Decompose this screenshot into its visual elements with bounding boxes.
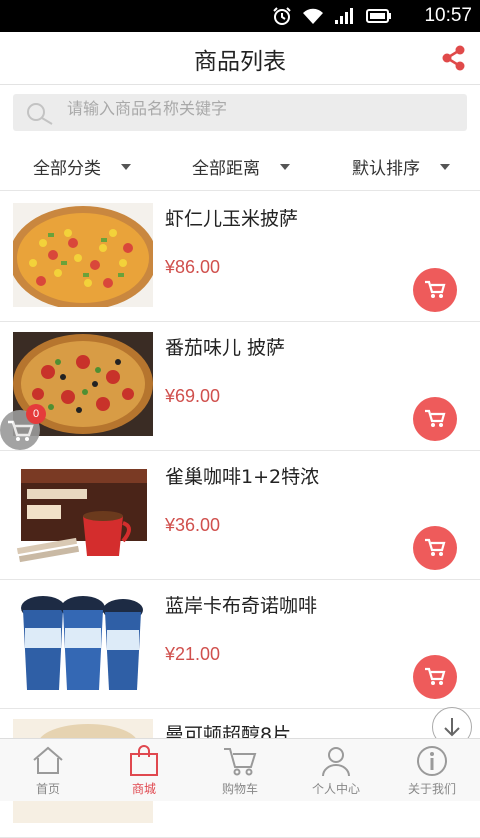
product-item[interactable]: 虾仁儿玉米披萨 ¥86.00 xyxy=(0,192,480,322)
tab-about-label: 关于我们 xyxy=(407,782,456,796)
tab-profile-label: 个人中心 xyxy=(311,782,360,796)
search-input[interactable]: 请输入商品名称关键字 xyxy=(67,95,227,119)
product-image-nescafe-box xyxy=(13,461,153,565)
tab-mall[interactable]: 商城 xyxy=(96,739,192,801)
status-icons xyxy=(272,6,392,26)
tab-home[interactable]: 首页 xyxy=(0,739,96,801)
add-to-cart-button[interactable] xyxy=(413,397,457,441)
search-icon xyxy=(27,103,53,125)
product-price: ¥86.00 xyxy=(165,257,221,277)
signal-icon xyxy=(335,8,353,24)
product-image-cappuccino-cups xyxy=(13,590,153,694)
filter-sort[interactable]: 默认排序 xyxy=(352,154,450,179)
product-price: ¥21.00 xyxy=(165,644,221,664)
product-image-pizza-shrimp-corn xyxy=(13,203,153,307)
product-item[interactable]: 雀巢咖啡1+2特浓 ¥36.00 xyxy=(0,450,480,580)
add-to-cart-button[interactable] xyxy=(413,268,457,312)
filter-distance-label: 全部距离 xyxy=(192,159,260,179)
search-box[interactable]: 请输入商品名称关键字 xyxy=(13,94,467,131)
app-header: 商品列表 xyxy=(0,32,480,85)
product-price: ¥36.00 xyxy=(165,515,221,535)
product-item[interactable]: 番茄味儿 披萨 ¥69.00 xyxy=(0,321,480,451)
alarm-icon xyxy=(273,7,291,25)
shopping-bag-icon xyxy=(130,745,158,776)
wifi-icon xyxy=(303,8,323,24)
bottom-tab-bar: 首页 商城 购物车 个人中心 关于我们 xyxy=(0,738,480,801)
product-name: 虾仁儿玉米披萨 xyxy=(165,208,299,230)
add-to-cart-button[interactable] xyxy=(413,655,457,699)
battery-icon xyxy=(366,9,391,23)
add-to-cart-button[interactable] xyxy=(413,526,457,570)
filter-bar: 全部分类 全部距离 默认排序 xyxy=(0,144,480,191)
tab-cart-label: 购物车 xyxy=(221,782,258,796)
chevron-down-icon xyxy=(280,164,290,170)
filter-sort-label: 默认排序 xyxy=(352,159,420,179)
status-time: 10:57 xyxy=(424,5,472,26)
share-icon[interactable] xyxy=(440,44,468,72)
tab-profile[interactable]: 个人中心 xyxy=(288,739,384,801)
cart-icon xyxy=(224,748,257,776)
tab-cart[interactable]: 购物车 xyxy=(192,739,288,801)
filter-distance[interactable]: 全部距离 xyxy=(192,154,290,179)
cart-icon xyxy=(425,409,446,427)
home-icon xyxy=(33,746,63,774)
page-title: 商品列表 xyxy=(194,49,286,75)
chevron-down-icon xyxy=(121,164,131,170)
filter-category-label: 全部分类 xyxy=(33,159,101,179)
tab-about[interactable]: 关于我们 xyxy=(384,739,480,801)
info-icon xyxy=(417,746,447,776)
product-price: ¥69.00 xyxy=(165,386,221,406)
product-name: 蓝岸卡布奇诺咖啡 xyxy=(165,595,318,617)
status-bar: 10:57 xyxy=(0,0,480,32)
product-item[interactable]: 蓝岸卡布奇诺咖啡 ¥21.00 xyxy=(0,579,480,709)
cart-icon xyxy=(425,280,446,298)
cart-icon xyxy=(425,667,446,685)
filter-category[interactable]: 全部分类 xyxy=(33,154,131,179)
cart-count-badge: 0 xyxy=(26,404,46,424)
tab-home-label: 首页 xyxy=(35,782,60,796)
product-name: 番茄味儿 披萨 xyxy=(165,337,286,359)
cart-icon xyxy=(425,538,446,556)
tab-mall-label: 商城 xyxy=(131,782,156,796)
product-name: 雀巢咖啡1+2特浓 xyxy=(165,466,320,488)
chevron-down-icon xyxy=(440,164,450,170)
user-icon xyxy=(322,747,350,777)
